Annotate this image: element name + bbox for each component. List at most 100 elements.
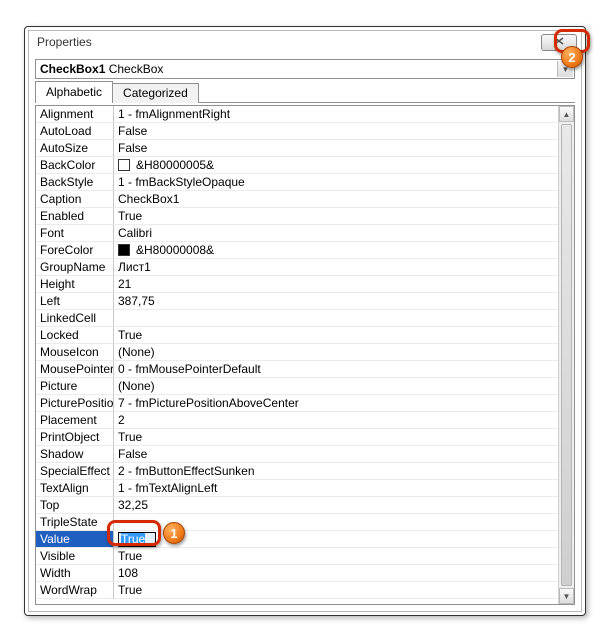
- callout-badge-2: 2: [561, 46, 583, 68]
- property-name: GroupName: [36, 259, 114, 276]
- property-name: Picture: [36, 378, 114, 395]
- property-value[interactable]: (None): [114, 344, 574, 361]
- property-value[interactable]: True: [114, 208, 574, 225]
- property-value-text: 2 - fmButtonEffectSunken: [118, 463, 255, 479]
- property-row[interactable]: SpecialEffect2 - fmButtonEffectSunken: [36, 463, 574, 480]
- property-value[interactable]: Calibri: [114, 225, 574, 242]
- property-value[interactable]: 1 - fmBackStyleOpaque: [114, 174, 574, 191]
- property-row[interactable]: WordWrapTrue: [36, 582, 574, 599]
- property-value[interactable]: 2: [114, 412, 574, 429]
- property-name: Shadow: [36, 446, 114, 463]
- property-name: Width: [36, 565, 114, 582]
- property-value[interactable]: True: [114, 327, 574, 344]
- property-name: Left: [36, 293, 114, 310]
- property-row[interactable]: AutoSizeFalse: [36, 140, 574, 157]
- property-value-text: True: [118, 208, 142, 224]
- property-row[interactable]: CaptionCheckBox1: [36, 191, 574, 208]
- property-value[interactable]: 1 - fmAlignmentRight: [114, 106, 574, 123]
- property-value-text: False: [118, 446, 147, 462]
- property-value[interactable]: 1 - fmTextAlignLeft: [114, 480, 574, 497]
- vertical-scrollbar[interactable]: ▲ ▼: [558, 106, 574, 604]
- property-value[interactable]: True: [114, 429, 574, 446]
- property-value[interactable]: 32,25: [114, 497, 574, 514]
- property-name: Top: [36, 497, 114, 514]
- property-value-text: 1 - fmBackStyleOpaque: [118, 174, 245, 190]
- property-row[interactable]: Alignment1 - fmAlignmentRight: [36, 106, 574, 123]
- tab-alphabetic[interactable]: Alphabetic: [35, 81, 113, 103]
- property-grid: Alignment1 - fmAlignmentRightAutoLoadFal…: [35, 105, 575, 605]
- value-editor[interactable]: [118, 532, 156, 547]
- property-row[interactable]: Picture(None): [36, 378, 574, 395]
- property-value-text: False: [118, 123, 147, 139]
- property-row[interactable]: Width108: [36, 565, 574, 582]
- property-value-text: 108: [118, 565, 138, 581]
- property-row[interactable]: MousePointer0 - fmMousePointerDefault: [36, 361, 574, 378]
- tab-categorized[interactable]: Categorized: [112, 83, 199, 103]
- property-row[interactable]: BackStyle1 - fmBackStyleOpaque: [36, 174, 574, 191]
- property-name: TextAlign: [36, 480, 114, 497]
- property-row[interactable]: Height21: [36, 276, 574, 293]
- property-value-text: 32,25: [118, 497, 148, 513]
- property-value[interactable]: [114, 310, 574, 327]
- property-row[interactable]: BackColor&H80000005&: [36, 157, 574, 174]
- scroll-up-icon[interactable]: ▲: [559, 106, 574, 122]
- property-value-text: Лист1: [118, 259, 151, 275]
- scroll-down-icon[interactable]: ▼: [559, 588, 574, 604]
- property-name: Value: [36, 531, 114, 548]
- property-row[interactable]: LinkedCell: [36, 310, 574, 327]
- window-title: Properties: [37, 35, 92, 49]
- property-value[interactable]: True: [114, 582, 574, 599]
- property-value-text: 2: [118, 412, 125, 428]
- property-row[interactable]: TextAlign1 - fmTextAlignLeft: [36, 480, 574, 497]
- property-value[interactable]: 387,75: [114, 293, 574, 310]
- property-value-text: 1 - fmAlignmentRight: [118, 106, 230, 122]
- property-row[interactable]: Placement2: [36, 412, 574, 429]
- property-value-text: 7 - fmPicturePositionAboveCenter: [118, 395, 299, 411]
- object-selector[interactable]: CheckBox1 CheckBox ▼: [35, 59, 575, 79]
- property-row[interactable]: TripleState: [36, 514, 574, 531]
- property-value[interactable]: 108: [114, 565, 574, 582]
- scroll-thumb[interactable]: [561, 124, 572, 586]
- property-row[interactable]: PrintObjectTrue: [36, 429, 574, 446]
- property-value[interactable]: 0 - fmMousePointerDefault: [114, 361, 574, 378]
- property-value[interactable]: False: [114, 446, 574, 463]
- property-row[interactable]: MouseIcon(None): [36, 344, 574, 361]
- property-value[interactable]: Лист1: [114, 259, 574, 276]
- window-body: Properties CheckBox1 CheckBox ▼ Alphabet…: [28, 30, 582, 612]
- property-value-text: 387,75: [118, 293, 155, 309]
- property-value[interactable]: 21: [114, 276, 574, 293]
- property-value[interactable]: (None): [114, 378, 574, 395]
- property-row[interactable]: AutoLoadFalse: [36, 123, 574, 140]
- titlebar: Properties: [29, 31, 581, 57]
- property-value[interactable]: False: [114, 140, 574, 157]
- property-row[interactable]: ForeColor&H80000008&: [36, 242, 574, 259]
- property-name: PrintObject: [36, 429, 114, 446]
- property-value[interactable]: &H80000008&: [114, 242, 574, 259]
- property-value[interactable]: 2 - fmButtonEffectSunken: [114, 463, 574, 480]
- property-row[interactable]: Top32,25: [36, 497, 574, 514]
- property-row[interactable]: FontCalibri: [36, 225, 574, 242]
- property-row[interactable]: GroupNameЛист1: [36, 259, 574, 276]
- property-row[interactable]: LockedTrue: [36, 327, 574, 344]
- property-value[interactable]: False: [114, 123, 574, 140]
- property-value-text: 1 - fmTextAlignLeft: [118, 480, 217, 496]
- property-value-text: &H80000008&: [136, 242, 214, 258]
- property-name: Font: [36, 225, 114, 242]
- property-row[interactable]: PicturePosition7 - fmPicturePositionAbov…: [36, 395, 574, 412]
- property-value[interactable]: &H80000005&: [114, 157, 574, 174]
- property-row[interactable]: ShadowFalse: [36, 446, 574, 463]
- property-value[interactable]: 7 - fmPicturePositionAboveCenter: [114, 395, 574, 412]
- property-value[interactable]: True: [114, 548, 574, 565]
- property-row[interactable]: Value: [36, 531, 574, 548]
- callout-badge-1: 1: [163, 522, 185, 544]
- property-row[interactable]: Left387,75: [36, 293, 574, 310]
- property-value-text: Calibri: [118, 225, 152, 241]
- color-swatch-icon: [118, 159, 130, 171]
- property-name: Visible: [36, 548, 114, 565]
- property-value-text: True: [118, 429, 142, 445]
- close-icon: [554, 37, 564, 48]
- property-row[interactable]: VisibleTrue: [36, 548, 574, 565]
- property-name: SpecialEffect: [36, 463, 114, 480]
- property-row[interactable]: EnabledTrue: [36, 208, 574, 225]
- property-value[interactable]: CheckBox1: [114, 191, 574, 208]
